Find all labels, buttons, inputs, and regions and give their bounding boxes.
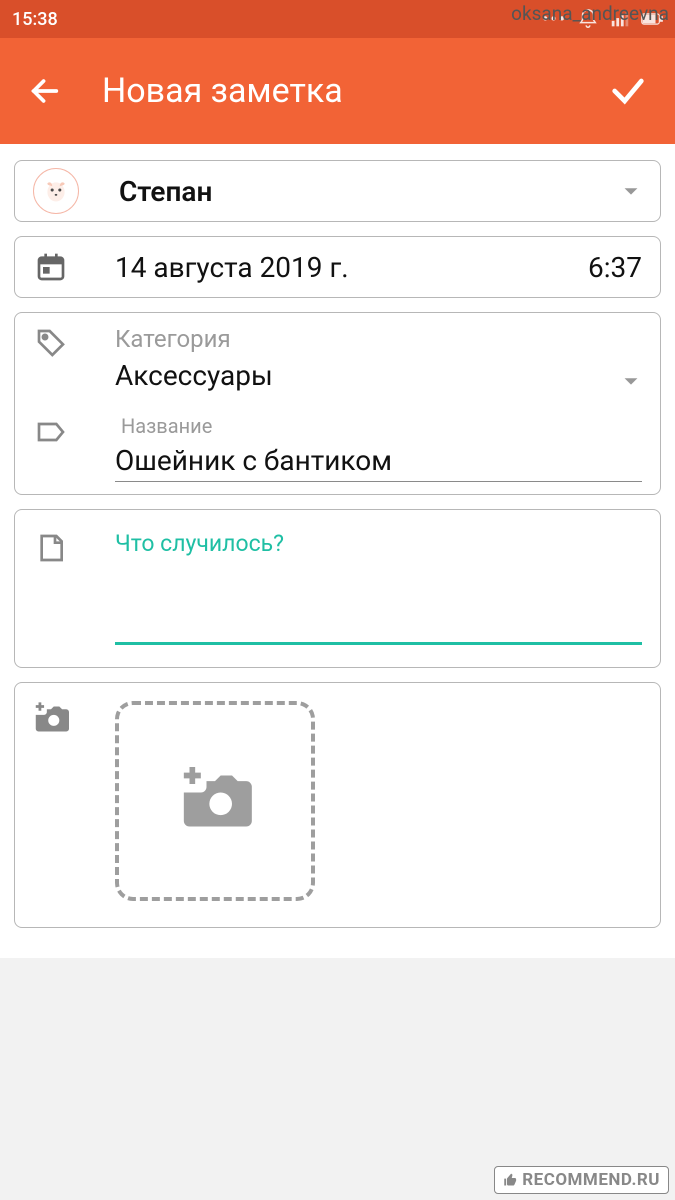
date-value: 14 августа 2019 г. (115, 251, 588, 284)
add-photo-slot[interactable] (115, 701, 315, 901)
name-label: Название (121, 414, 642, 438)
note-icon (33, 530, 69, 566)
confirm-button[interactable] (605, 68, 651, 114)
add-photo-icon (33, 701, 69, 737)
category-card: Категория Аксессуары Название Ошейник с … (14, 312, 661, 495)
note-underline (115, 557, 642, 645)
camera-plus-icon (178, 767, 252, 835)
category-selector[interactable]: Категория Аксессуары (115, 325, 642, 392)
thumbs-up-icon (503, 1173, 518, 1188)
user-watermark: oksana_andreevna (511, 2, 669, 25)
pet-name: Степан (119, 175, 620, 208)
time-value: 6:37 (588, 251, 642, 284)
site-watermark: RECOMMEND.RU (494, 1166, 669, 1194)
name-value: Ошейник с бантиком (115, 444, 642, 477)
arrow-left-icon (28, 74, 62, 108)
calendar-icon (33, 249, 69, 285)
note-card: Что случилось? (14, 509, 661, 668)
chevron-down-icon (620, 370, 642, 392)
pet-avatar (33, 168, 79, 214)
check-icon (608, 71, 648, 111)
back-button[interactable] (24, 70, 66, 112)
datetime-selector[interactable]: 14 августа 2019 г. 6:37 (14, 236, 661, 298)
content: Степан 14 августа 2019 г. 6:37 Категория… (0, 144, 675, 958)
clock: 15:38 (12, 9, 542, 30)
note-input[interactable]: Что случилось? (115, 530, 642, 645)
watermark-text: RECOMMEND.RU (522, 1170, 660, 1190)
photo-card (14, 682, 661, 928)
category-label: Категория (115, 325, 620, 353)
name-input[interactable]: Ошейник с бантиком (115, 444, 642, 482)
statusbar: 15:38 ••• oksana_andreevna (0, 0, 675, 38)
page-title: Новая заметка (102, 71, 605, 111)
pet-selector[interactable]: Степан (14, 160, 661, 222)
tag-icon (33, 325, 69, 361)
label-icon (33, 414, 69, 450)
note-placeholder: Что случилось? (115, 530, 642, 557)
category-value: Аксессуары (115, 359, 620, 392)
chevron-down-icon (620, 180, 642, 202)
appbar: Новая заметка (0, 38, 675, 144)
